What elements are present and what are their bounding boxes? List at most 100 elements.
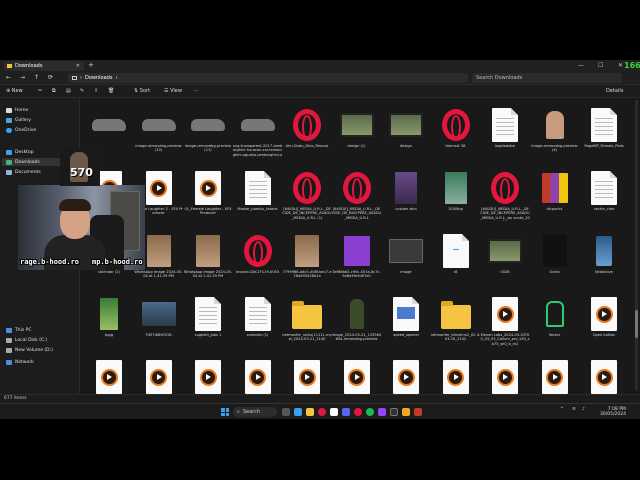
view-button[interactable]: ☰ View [164, 87, 182, 96]
app-icon[interactable] [330, 408, 338, 416]
close-button[interactable]: ✕ [618, 61, 623, 70]
sort-button[interactable]: ⇅ Sort [134, 87, 150, 96]
search-box[interactable]: Search Downloads [472, 73, 622, 83]
file-item[interactable]: 1000fpp [431, 165, 481, 223]
clock[interactable]: 7:08 PM 30/05/2024 [600, 407, 626, 417]
file-item[interactable] [84, 354, 134, 394]
app-icon[interactable] [414, 408, 422, 416]
opera-icon[interactable] [318, 408, 326, 416]
maximize-button[interactable]: ☐ [598, 61, 603, 70]
breadcrumb-downloads[interactable]: Downloads [85, 75, 112, 81]
app-icon[interactable] [378, 408, 386, 416]
taskview-icon[interactable] [282, 408, 290, 416]
file-item[interactable]: Outro [530, 228, 580, 286]
tray-chevron-icon[interactable]: ^ [560, 407, 564, 412]
close-icon[interactable]: ✕ [76, 63, 80, 69]
spotify-icon[interactable] [366, 408, 374, 416]
file-item[interactable]: tiktoklove [579, 228, 629, 286]
sidebar-item-this-pc[interactable]: This PC [6, 326, 31, 334]
windows-start-icon[interactable] [221, 408, 229, 416]
file-item[interactable] [431, 354, 481, 394]
file-item[interactable]: 3ef68bb3-c95c-457a-8c7c-9a8d4fe5d67e0 [332, 228, 382, 286]
file-item[interactable]: Vector [530, 291, 580, 349]
file-item[interactable]: custom skin [381, 165, 431, 223]
file-item[interactable]: design (1) [332, 102, 382, 160]
sidebar-item-desktop[interactable]: Desktop [6, 148, 34, 156]
scrollbar[interactable] [635, 100, 638, 390]
file-item[interactable]: Master_pambu_listadx [233, 165, 283, 223]
file-item[interactable]: design [381, 102, 431, 160]
file-item[interactable]: calendar (1) [233, 291, 283, 349]
file-item[interactable]: r8 [431, 228, 481, 286]
file-item[interactable]: netmonfer_radiu(11111-myel_2024-03-21_11… [282, 291, 332, 349]
volume-icon[interactable]: ♪ [582, 407, 585, 412]
file-item[interactable]: image [381, 228, 431, 286]
file-item[interactable] [381, 354, 431, 394]
file-item[interactable]: legaladobe [480, 102, 530, 160]
address-bar[interactable]: › Downloads › [68, 73, 468, 83]
file-item[interactable]: [640DU]_MEDIA_U.R.L._DECIDE_DE_INCEPERE_… [480, 165, 530, 223]
copy-icon[interactable]: ⧉ [52, 87, 56, 96]
file-item[interactable] [233, 354, 283, 394]
sidebar-item-network[interactable]: Network [6, 358, 34, 366]
file-item[interactable] [282, 354, 332, 394]
share-icon[interactable]: ⇪ [94, 87, 98, 96]
file-item[interactable]: teams# 38 [431, 102, 481, 160]
file-item[interactable]: sugestii_jobs 1 [183, 291, 233, 349]
sidebar-item-local-disk[interactable]: Local Disk (C:) [6, 336, 47, 344]
file-item[interactable]: 01_Female Laughter - SFX Producer [183, 165, 233, 223]
file-item[interactable] [480, 354, 530, 394]
file-item[interactable]: TIKTOKBHOOD [134, 291, 184, 349]
sidebar-item-new-volume[interactable]: New Volume (D:) [6, 346, 53, 354]
file-item[interactable]: [640DU]_MEDIA_U.R.L._DECIDE_DE_INCEPERE_… [332, 165, 382, 223]
file-item[interactable]: speed_special [381, 291, 431, 349]
refresh-button[interactable]: ⟳ [48, 73, 53, 83]
scrollbar-thumb[interactable] [635, 310, 638, 338]
sidebar-item-onedrive[interactable]: OneDrive [6, 126, 36, 134]
file-item[interactable]: Eleven Labs_2024-03-20T00_03_03_Callum_p… [480, 291, 530, 349]
file-item[interactable]: 7799968-a6c5-408f-bec7-e784d95428d1a [282, 228, 332, 286]
wifi-icon[interactable]: ≋ [572, 407, 576, 412]
app-icon[interactable] [402, 408, 410, 416]
file-item[interactable] [332, 354, 382, 394]
file-item[interactable] [530, 354, 580, 394]
sidebar-item-home[interactable]: Home [6, 106, 28, 114]
search-input[interactable]: Search Downloads [476, 75, 522, 81]
file-item[interactable]: image-removebg-preview (11) [183, 102, 233, 160]
back-button[interactable]: ← [6, 73, 11, 83]
file-item[interactable]: 0026 [480, 228, 530, 286]
file-item[interactable]: [640DU]_MEDIA_U.R.L._DECIDE_DE_INCEPERE_… [282, 165, 332, 223]
new-button[interactable]: ⊕ New [6, 87, 23, 96]
file-item[interactable]: RageMP_Female_Peds [579, 102, 629, 160]
paste-icon[interactable]: ▤ [66, 87, 71, 96]
taskbar-search[interactable]: ⌕ Search [233, 407, 277, 417]
delete-icon[interactable]: 🗑 [108, 87, 114, 96]
file-item[interactable]: vector_clee [579, 165, 629, 223]
file-item[interactable]: Invoice-D0C1F119-0003 [233, 228, 283, 286]
file-item[interactable]: image_2024-03-21_133564854-removebg-prev… [332, 291, 382, 349]
file-item[interactable]: tpgg [84, 291, 134, 349]
file-item[interactable]: netmonfer_Idmsfnrs2_02 4-03-20_2142 [431, 291, 481, 349]
file-item[interactable] [579, 354, 629, 394]
new-tab-button[interactable]: + [88, 61, 94, 70]
file-item[interactable] [134, 354, 184, 394]
file-item[interactable] [183, 354, 233, 394]
file-item[interactable]: dlcpacks [530, 165, 580, 223]
discord-icon[interactable] [342, 408, 350, 416]
obs-icon[interactable] [390, 408, 398, 416]
sidebar-item-gallery[interactable]: Gallery [6, 116, 31, 124]
file-item[interactable]: png-transparent-2017-lamborghini-huracan… [233, 102, 283, 160]
cut-icon[interactable]: ✂ [38, 87, 42, 96]
sidebar-item-documents[interactable]: Documents [6, 168, 41, 176]
minimize-button[interactable]: — [578, 61, 584, 70]
tab-downloads[interactable]: Downloads ✕ [4, 61, 84, 71]
file-item[interactable]: Open button [579, 291, 629, 349]
details-button[interactable]: Details [606, 87, 623, 96]
file-item[interactable]: Ahn-Dudu_Dino_Rescue [282, 102, 332, 160]
file-explorer-icon[interactable] [306, 408, 314, 416]
file-item[interactable]: image-removebg-preview (10) [134, 102, 184, 160]
file-item[interactable]: WhatsApp Image 2024-05-04 at 1.41.39 PM [183, 228, 233, 286]
forward-button[interactable]: → [20, 73, 25, 83]
up-button[interactable]: ↑ [34, 73, 39, 83]
widgets-icon[interactable] [294, 408, 302, 416]
